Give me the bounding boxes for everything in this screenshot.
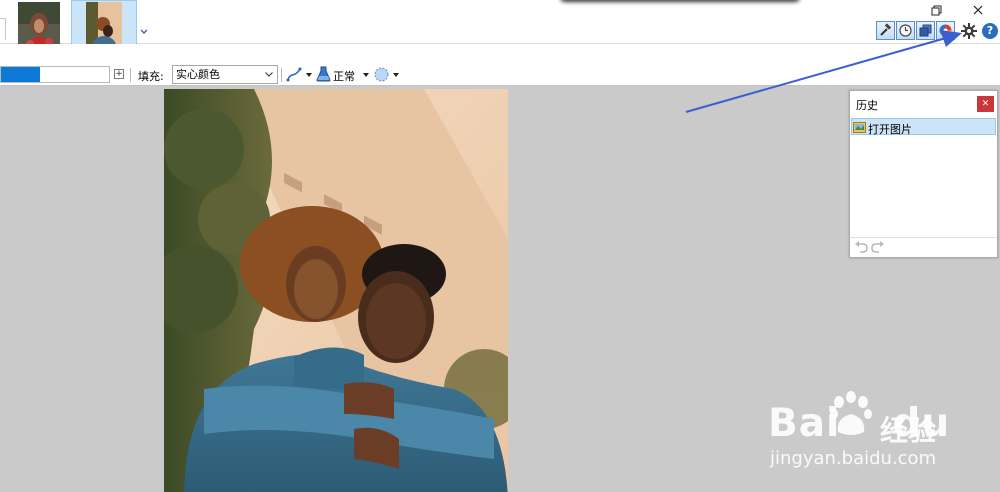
chevron-down-icon[interactable] [363,73,369,77]
history-window-button[interactable] [896,21,915,40]
undo-icon[interactable] [854,241,868,253]
fill-style-value: 实心颜色 [176,68,220,81]
help-button[interactable]: ? [982,23,998,39]
toolbar-separator [130,68,131,82]
chevron-down-icon[interactable] [139,26,149,36]
watermark-chinese: 经验 [880,414,937,447]
colors-window-button[interactable] [936,21,955,40]
image-tab-strip: ? [0,0,1000,64]
restore-window-button[interactable] [928,2,944,18]
history-close-button[interactable]: ✕ [977,96,994,112]
clock-icon [899,24,912,37]
fill-label: 填充: [138,70,164,83]
history-item-label: 打开图片 [868,123,912,136]
strip-left-edge [0,18,6,40]
layers-icon [919,24,932,37]
width-increase-button[interactable]: + [114,69,124,79]
color-wheel-icon [939,24,952,37]
brush-width-slider-fill [1,67,40,82]
chevron-down-icon [265,72,273,77]
blurred-window-edge [560,0,800,2]
selection-clip-icon[interactable] [373,66,390,83]
history-footer [850,237,997,257]
redo-icon[interactable] [871,241,885,253]
open-image-icon [853,122,866,133]
hammer-icon [880,23,892,36]
tools-window-button[interactable] [876,21,895,40]
watermark-url: jingyan.baidu.com [770,448,937,469]
brush-width-slider[interactable] [0,66,110,83]
gear-icon[interactable] [960,22,978,40]
history-item[interactable]: 打开图片 [851,118,996,136]
chevron-down-icon[interactable] [393,73,399,77]
fill-style-select[interactable]: 实心颜色 [172,65,278,84]
tool-options-bar: + 填充: 实心颜色 正常 [0,44,1000,86]
close-window-button[interactable] [970,2,986,18]
blend-mode-label[interactable]: 正常 [333,68,355,84]
history-title: 历史 [856,99,878,112]
history-panel: 历史 ✕ 打开图片 [849,90,998,258]
chevron-down-icon[interactable] [306,73,312,77]
baidu-paw-logo [830,391,872,435]
antialias-curve-icon[interactable] [286,66,302,82]
canvas-image[interactable] [164,89,508,492]
layers-window-button[interactable] [916,21,935,40]
toolbar-separator [281,68,282,82]
blend-mode-icon[interactable] [316,66,331,82]
